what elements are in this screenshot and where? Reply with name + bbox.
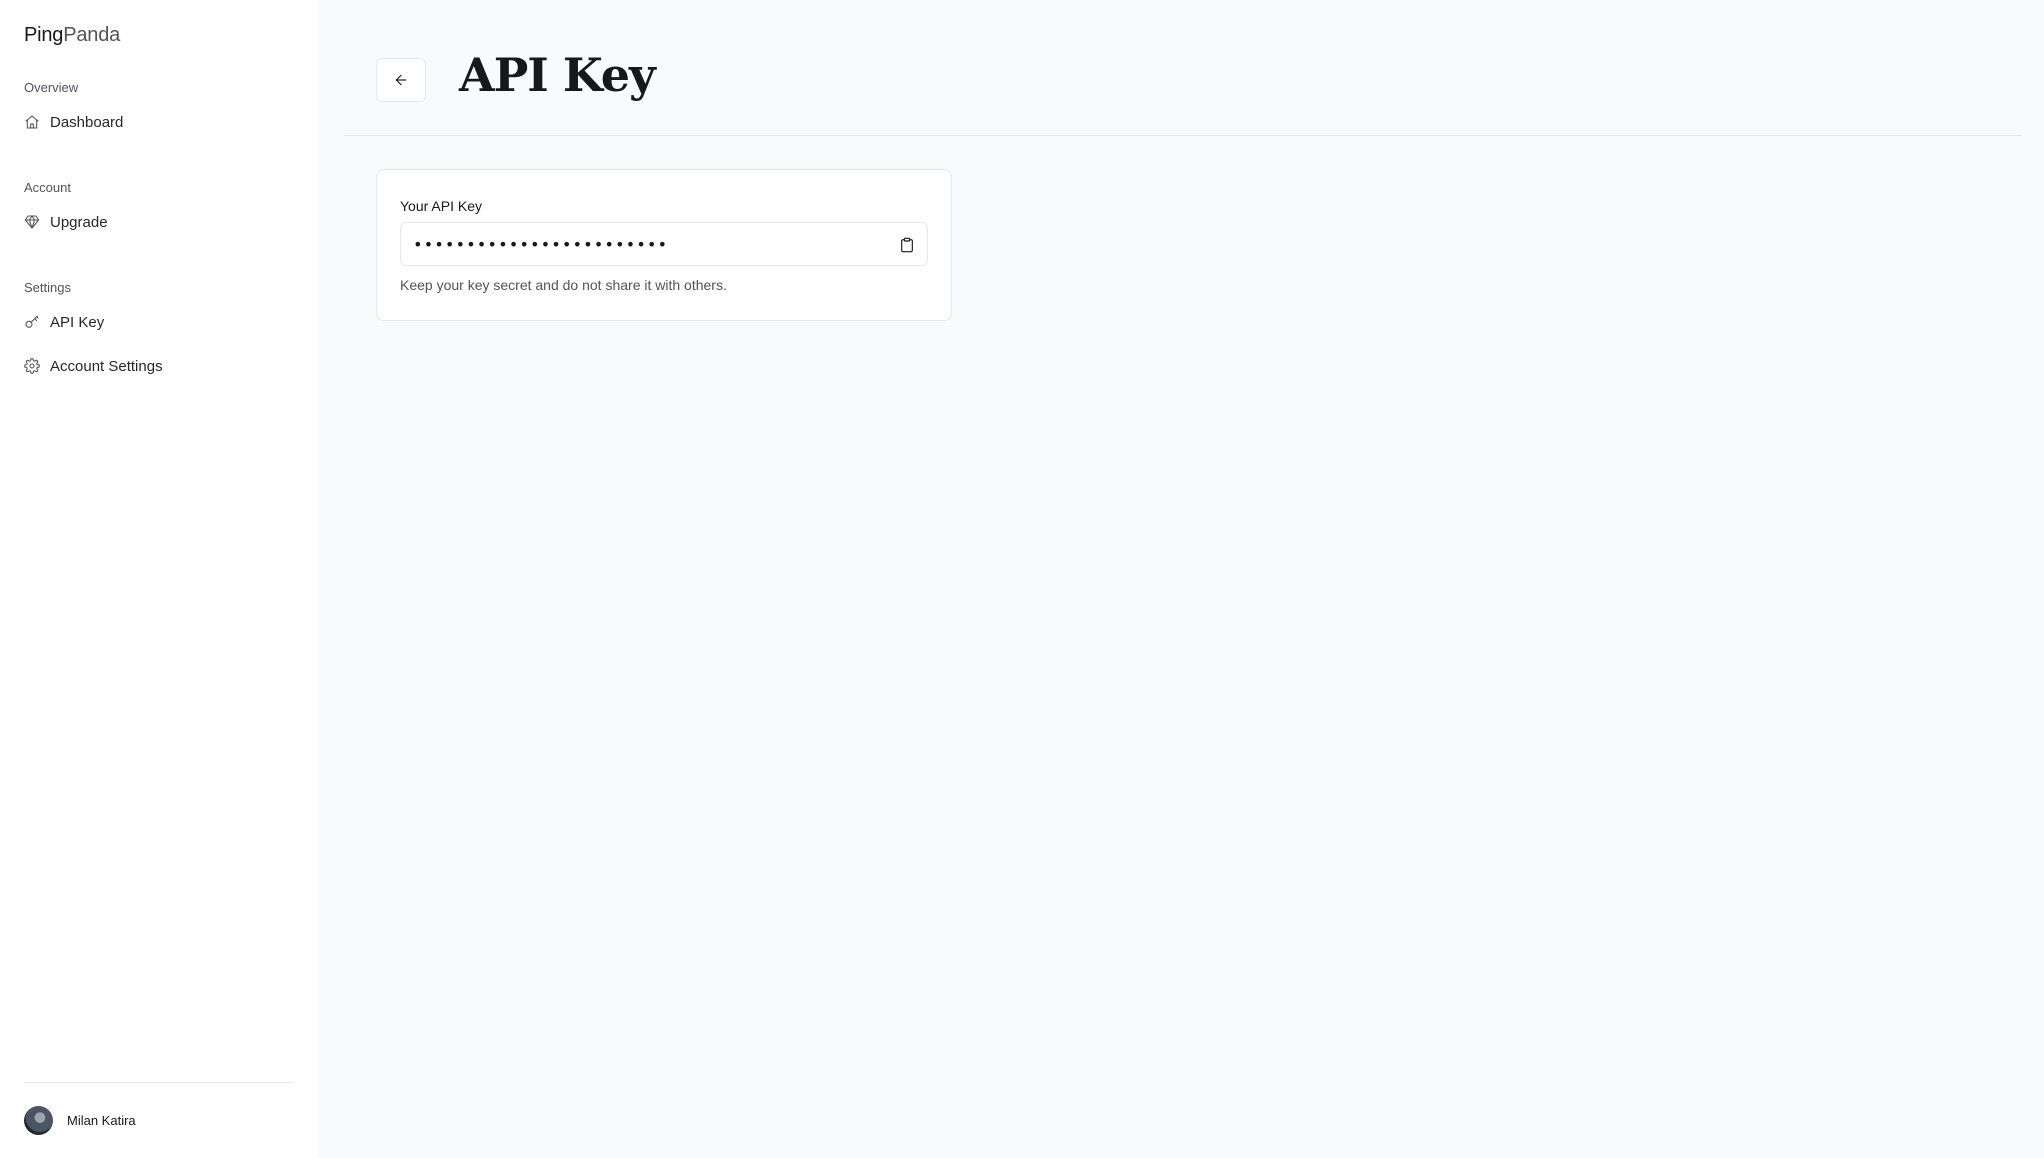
sidebar-item-api-key[interactable]: API Key <box>24 304 294 340</box>
nav-section-account: Account Upgrade <box>24 180 294 240</box>
sidebar-item-upgrade[interactable]: Upgrade <box>24 204 294 240</box>
section-label-settings: Settings <box>24 280 71 295</box>
home-icon <box>24 114 40 130</box>
arrow-left-icon <box>395 74 407 86</box>
sidebar-item-label: API Key <box>50 313 105 331</box>
brand-logo[interactable]: PingPanda <box>24 24 120 47</box>
sidebar: PingPanda Overview Dashboard Account Upg… <box>0 0 318 1158</box>
sidebar-item-label: Account Settings <box>50 357 163 375</box>
api-key-hint: Keep your key secret and do not share it… <box>400 277 727 293</box>
brand-part-panda: Panda <box>63 24 121 46</box>
api-key-field-wrapper <box>400 222 928 266</box>
copy-button[interactable] <box>895 233 919 257</box>
page-title: API Key <box>459 48 656 102</box>
user-name: Milan Katira <box>67 1113 136 1128</box>
gear-icon <box>24 358 40 374</box>
key-icon <box>24 314 40 330</box>
section-label-account: Account <box>24 180 71 195</box>
main-content: API Key Your API Key Keep your key secre… <box>318 0 2044 1158</box>
avatar <box>24 1106 53 1135</box>
gem-icon <box>24 214 40 230</box>
app-root: PingPanda Overview Dashboard Account Upg… <box>0 0 2044 1158</box>
clipboard-icon <box>901 237 913 253</box>
sidebar-item-label: Upgrade <box>50 213 108 231</box>
section-label-overview: Overview <box>24 80 79 95</box>
sidebar-item-account-settings[interactable]: Account Settings <box>24 348 294 384</box>
sidebar-item-label: Dashboard <box>50 113 124 131</box>
user-profile[interactable]: Milan Katira <box>24 1082 294 1158</box>
back-button[interactable] <box>376 58 426 102</box>
nav-section-settings: Settings API Key Account Settings <box>24 280 294 384</box>
page-header: API Key <box>344 0 2022 136</box>
sidebar-item-dashboard[interactable]: Dashboard <box>24 104 294 140</box>
brand-part-ping: Ping <box>24 24 64 46</box>
api-key-input[interactable] <box>401 223 927 265</box>
api-key-card: Your API Key Keep your key secret and do… <box>376 169 952 321</box>
api-key-label: Your API Key <box>400 198 482 214</box>
nav-section-overview: Overview Dashboard <box>24 80 294 140</box>
